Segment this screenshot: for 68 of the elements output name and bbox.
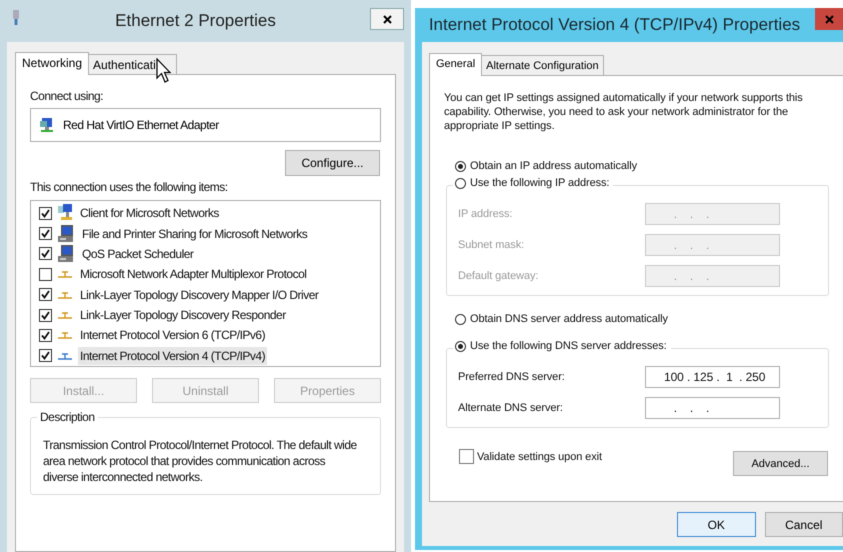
check-icon bbox=[41, 249, 50, 258]
tab[interactable]: Authenticati bbox=[88, 54, 177, 74]
window-title: Ethernet 2 Properties bbox=[114, 11, 277, 31]
checkbox-label: Validate settings upon exit bbox=[477, 450, 602, 462]
check-icon bbox=[41, 290, 50, 300]
section-label: This connection uses the following items: bbox=[30, 180, 229, 194]
ip-address-field[interactable]: . . . bbox=[645, 397, 780, 419]
intro-text: You can get IP settings assigned automatically if your network supports this capability. Otherwise, you need to ask your network administrator for the appropriate IP settings. bbox=[444, 91, 804, 133]
checkbox[interactable] bbox=[39, 349, 52, 362]
field-label: Subnet mask: bbox=[458, 239, 524, 251]
radio-button[interactable] bbox=[455, 178, 466, 188]
adapter-name: Red Hat VirtIO Ethernet Adapter bbox=[63, 118, 219, 132]
list-item[interactable]: Internet Protocol Version 4 (TCP/IPv4) bbox=[78, 346, 268, 365]
protocol-icon bbox=[57, 330, 73, 340]
dialog-button[interactable]: Cancel bbox=[764, 512, 843, 537]
group-title: Description bbox=[37, 410, 98, 424]
checkbox[interactable] bbox=[39, 227, 52, 240]
radio-label: Obtain an IP address automatically bbox=[470, 160, 637, 172]
list-item[interactable]: File and Printer Sharing for Microsoft Networks bbox=[80, 224, 310, 243]
checkbox[interactable] bbox=[39, 206, 52, 220]
ip-address-field[interactable]: 100 . 125 . 1 . 250 bbox=[645, 366, 780, 388]
plug-icon bbox=[12, 10, 20, 26]
list-item[interactable]: Link-Layer Topology Discovery Mapper I/O Driver bbox=[78, 286, 320, 304]
list-item[interactable]: Internet Protocol Version 6 (TCP/IPv6) bbox=[78, 326, 268, 344]
tab[interactable]: General bbox=[429, 53, 482, 76]
section-label: Connect using: bbox=[30, 89, 104, 103]
checkbox[interactable] bbox=[39, 247, 52, 260]
network-adapter-icon bbox=[39, 117, 55, 133]
close-icon[interactable] bbox=[382, 14, 392, 24]
field-label: Default gateway: bbox=[458, 270, 538, 282]
protocol-icon bbox=[57, 269, 73, 280]
list-item[interactable]: QoS Packet Scheduler bbox=[80, 244, 196, 263]
protocol-icon bbox=[57, 350, 73, 361]
checkbox[interactable] bbox=[39, 328, 52, 342]
check-icon bbox=[41, 229, 50, 238]
check-icon bbox=[41, 330, 50, 340]
close-button[interactable] bbox=[370, 8, 404, 30]
check-icon bbox=[41, 208, 50, 218]
radio-button[interactable] bbox=[455, 314, 466, 324]
field-label: IP address: bbox=[458, 208, 512, 220]
check-icon bbox=[41, 351, 50, 360]
radio-label: Obtain DNS server address automatically bbox=[470, 313, 668, 325]
checkbox[interactable] bbox=[39, 288, 52, 302]
description-text: Transmission Control Protocol/Internet Protocol. The default wide area network protocol that provides communication across diverse interconnected networks. bbox=[43, 437, 358, 485]
radio-button[interactable] bbox=[455, 160, 466, 172]
radio-label: Use the following IP address: bbox=[470, 177, 610, 189]
radio-button[interactable] bbox=[455, 340, 466, 352]
field-label: Alternate DNS server: bbox=[458, 402, 563, 414]
list-item[interactable]: Microsoft Network Adapter Multiplexor Protocol bbox=[78, 265, 308, 284]
protocol-icon bbox=[57, 310, 73, 320]
checkbox[interactable] bbox=[39, 268, 52, 281]
protocol-icon bbox=[57, 290, 73, 300]
checkbox[interactable] bbox=[39, 308, 52, 322]
list-item[interactable]: Client for Microsoft Networks bbox=[78, 204, 221, 222]
computer-icon bbox=[57, 244, 75, 263]
advanced-button[interactable]: Advanced... bbox=[733, 451, 828, 476]
field-label: Preferred DNS server: bbox=[458, 371, 565, 383]
network-computers-icon bbox=[57, 204, 73, 222]
dialog-button[interactable]: OK bbox=[677, 512, 756, 537]
computer-icon bbox=[57, 224, 75, 243]
configure-button[interactable]: Configure... bbox=[285, 150, 380, 176]
check-icon bbox=[41, 310, 50, 320]
checkbox[interactable] bbox=[459, 449, 474, 464]
window-title: Internet Protocol Version 4 (TCP/IPv4) Properties bbox=[428, 15, 802, 35]
radio-label: Use the following DNS server addresses: bbox=[470, 340, 667, 352]
tab[interactable]: Alternate Configuration bbox=[481, 55, 604, 75]
list-item[interactable]: Link-Layer Topology Discovery Responder bbox=[78, 306, 288, 324]
tab[interactable]: Networking bbox=[15, 52, 90, 75]
